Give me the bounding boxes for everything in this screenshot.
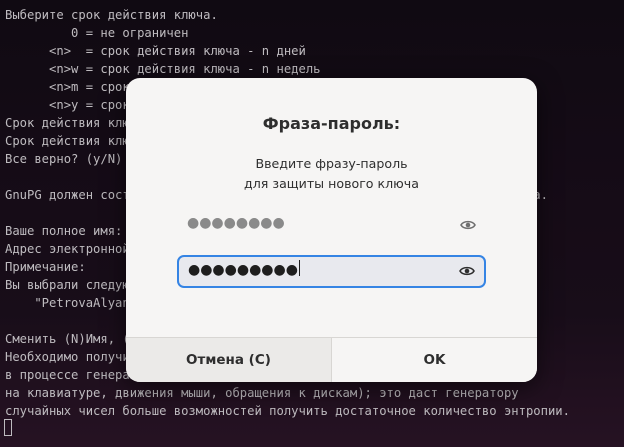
passphrase-dialog: Фраза-пароль: Введите фразу-пароль для з… — [126, 78, 537, 382]
dialog-title: Фраза-пароль: — [262, 114, 401, 133]
passphrase-value: ●●●●●●●● — [187, 215, 285, 231]
dialog-description-line: для защиты нового ключа — [244, 176, 419, 191]
eye-icon[interactable] — [459, 265, 475, 277]
dialog-description-line: Введите фразу-пароль — [255, 156, 408, 171]
dialog-button-bar: Отмена (C) OK — [126, 337, 537, 382]
dialog-description: Введите фразу-пароль для защиты нового к… — [126, 154, 537, 194]
repeat-passphrase-value: ●●●●●●●●● — [188, 260, 301, 278]
text-cursor — [298, 260, 301, 276]
ok-button[interactable]: OK — [331, 338, 537, 382]
passphrase-field[interactable]: ●●●●●●●● — [177, 210, 486, 243]
repeat-passphrase-field[interactable]: ●●●●●●●●● — [177, 255, 486, 288]
cancel-button[interactable]: Отмена (C) — [126, 338, 331, 382]
eye-icon[interactable] — [460, 219, 476, 231]
